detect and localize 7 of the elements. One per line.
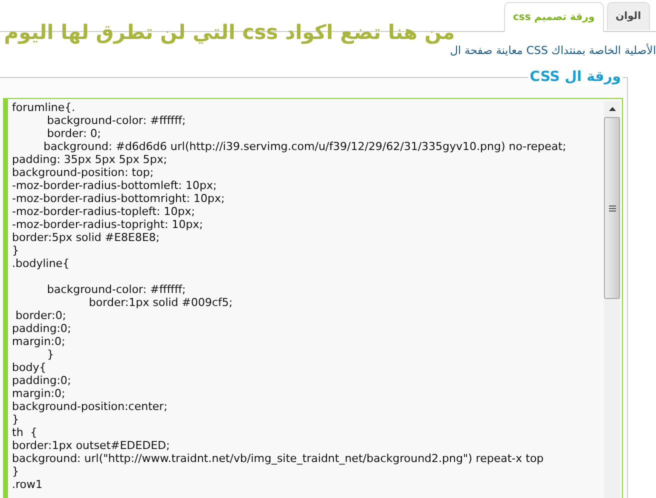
scrollbar[interactable] bbox=[604, 101, 620, 498]
page-heading: من هنا تضع اكواد css التي لن تطرق لها اليوم bbox=[4, 19, 455, 46]
preview-link[interactable]: معاينة صفحة ال CSS الأصلية الخاصة بمنتداك bbox=[450, 44, 656, 57]
scroll-thumb[interactable] bbox=[604, 117, 620, 299]
section-legend: ورقة ال CSS bbox=[528, 68, 623, 86]
code-textarea[interactable]: forumline{. background-color: #ffffff; border: 0; background: #d6d6d6 url(http://i39.servimg.com/u/f39/12/29/62/31/335gyv10.png) no-repeat; padding: 35px 5px 5px 5px; background-position: top; -moz-border-radius-bottomleft: 10px; -moz-border-radius-bottomright: 10px; -moz-border-radius-topleft: 10px; -moz-border-radius-topright: 10px; border:5px solid #E8E8E8; } .bodyline{ background-color: #ffffff; border:1px solid #009cf5; border:0; padding:0; margin:0; } body{ padding:0; margin:0; background-position:center; } th { border:1px outset#EDEDED; background: url("http://www.traidnt.net/vb/img_site_traidnt_net/background2.png") repeat-x top } .row1 bbox=[3, 98, 623, 498]
tab[interactable]: الوان bbox=[606, 2, 650, 30]
